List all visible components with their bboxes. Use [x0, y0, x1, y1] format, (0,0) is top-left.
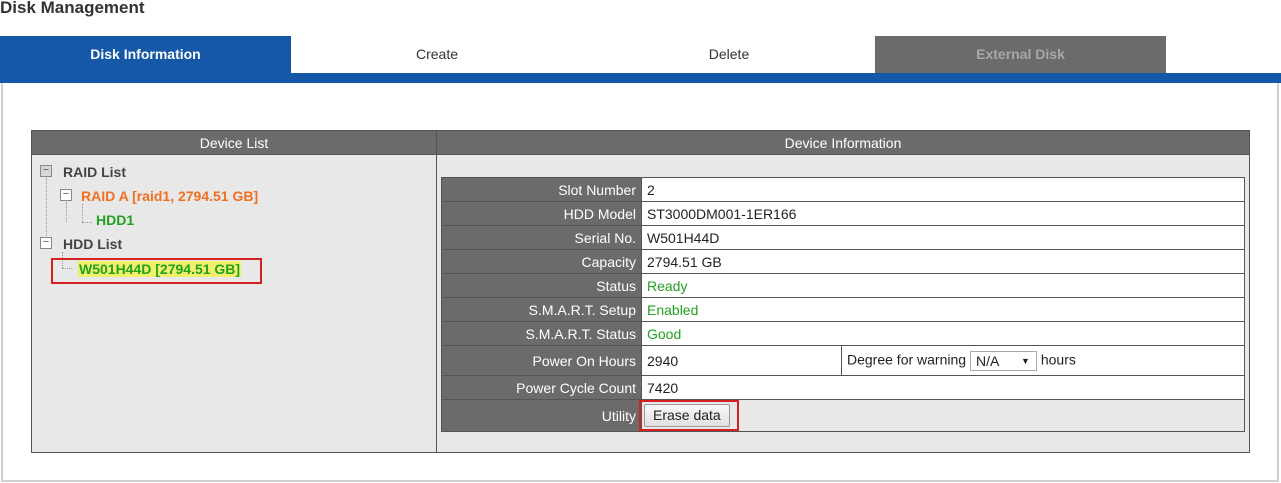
collapse-raid-list-icon[interactable]: − — [40, 165, 52, 177]
slot-number-value: 2 — [641, 177, 1245, 202]
tree-node-hdd1[interactable]: HDD1 — [96, 212, 134, 228]
tab-underline — [0, 73, 1281, 83]
smart-setup-value: Enabled — [641, 297, 1245, 322]
table-row: Power On Hours 2940 Degree for warning N… — [441, 345, 1245, 376]
erase-data-button[interactable]: Erase data — [644, 404, 730, 427]
device-info-header: Device Information — [437, 131, 1249, 155]
table-row: Serial No. W501H44D — [441, 225, 1245, 250]
slot-number-label: Slot Number — [441, 177, 642, 202]
utility-label: Utility — [441, 399, 642, 432]
smart-status-label: S.M.A.R.T. Status — [441, 321, 642, 346]
power-cycle-count-label: Power Cycle Count — [441, 375, 642, 400]
hdd-model-label: HDD Model — [441, 201, 642, 226]
warning-degree-select[interactable]: N/A ▼ — [969, 350, 1037, 371]
power-on-hours-label: Power On Hours — [441, 345, 642, 376]
status-label: Status — [441, 273, 642, 298]
serial-no-label: Serial No. — [441, 225, 642, 250]
table-row: HDD Model ST3000DM001-1ER166 — [441, 201, 1245, 226]
collapse-hdd-list-icon[interactable]: − — [40, 237, 52, 249]
tree-connector — [66, 202, 67, 222]
capacity-value: 2794.51 GB — [641, 249, 1245, 274]
warning-label: Degree for warning — [847, 351, 967, 368]
device-info-table: Slot Number 2 HDD Model ST3000DM001-1ER1… — [441, 177, 1245, 432]
tree-node-hdd-list[interactable]: HDD List — [63, 236, 122, 252]
warning-unit: hours — [1040, 351, 1076, 368]
smart-setup-label: S.M.A.R.T. Setup — [441, 297, 642, 322]
tree-node-selected-disk[interactable]: W501H44D [2794.51 GB] — [78, 261, 242, 277]
table-row: Slot Number 2 — [441, 177, 1245, 202]
tab-external-disk: External Disk — [875, 36, 1166, 73]
tree-connector — [82, 222, 92, 223]
power-cycle-count-value: 7420 — [641, 375, 1245, 400]
table-row: Status Ready — [441, 273, 1245, 298]
utility-cell: Erase data — [639, 399, 1245, 432]
table-row: Utility Erase data — [441, 399, 1245, 432]
table-row: Capacity 2794.51 GB — [441, 249, 1245, 274]
table-row: S.M.A.R.T. Status Good — [441, 321, 1245, 346]
power-on-hours-value: 2940 — [641, 345, 842, 376]
smart-status-value: Good — [641, 321, 1245, 346]
tab-create[interactable]: Create — [291, 36, 583, 73]
page-title: Disk Management — [0, 0, 145, 17]
erase-highlight: Erase data — [639, 400, 739, 431]
tab-bar: Disk Information Create Delete External … — [0, 36, 1281, 73]
table-row: Power Cycle Count 7420 — [441, 375, 1245, 400]
tab-delete[interactable]: Delete — [583, 36, 875, 73]
device-list-header: Device List — [32, 131, 436, 155]
hdd-model-value: ST3000DM001-1ER166 — [641, 201, 1245, 226]
tab-disk-information[interactable]: Disk Information — [0, 36, 291, 73]
warning-cell: Degree for warning N/A ▼ hours — [841, 345, 1245, 376]
serial-no-value: W501H44D — [641, 225, 1245, 250]
collapse-raid-a-icon[interactable]: − — [60, 189, 72, 201]
status-value: Ready — [641, 273, 1245, 298]
tree-node-raid-a[interactable]: RAID A [raid1, 2794.51 GB] — [81, 188, 258, 204]
tree-connector — [46, 178, 47, 238]
tree-node-raid-list[interactable]: RAID List — [63, 164, 126, 180]
selected-disk-label: W501H44D [2794.51 GB] — [78, 261, 242, 277]
table-row: S.M.A.R.T. Setup Enabled — [441, 297, 1245, 322]
tree-connector — [82, 204, 83, 222]
triangle-down-icon: ▼ — [1021, 355, 1030, 366]
capacity-label: Capacity — [441, 249, 642, 274]
warning-degree-selected: N/A — [975, 352, 1000, 369]
